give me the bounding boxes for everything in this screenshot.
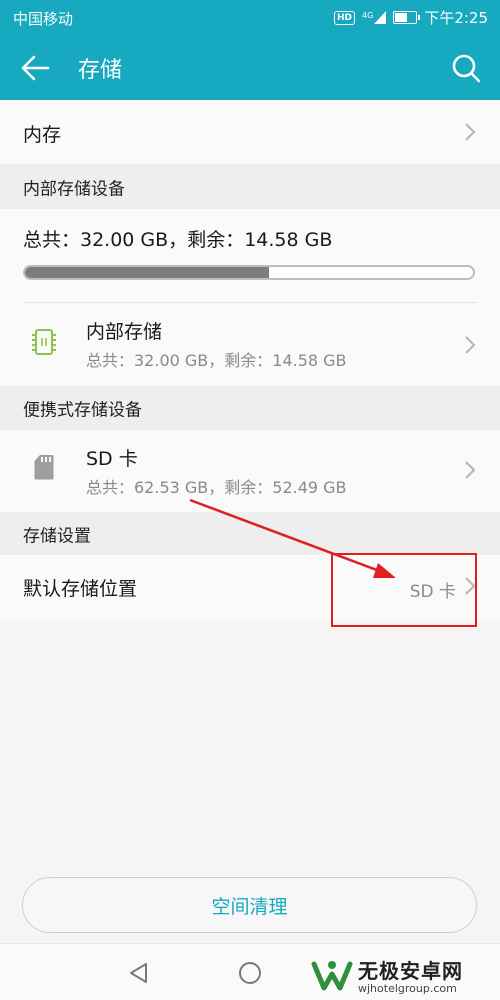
portable-storage-header-text: 便携式存储设备 [23, 400, 142, 421]
memory-row-label: 内存 [23, 124, 62, 146]
back-triangle-icon[interactable] [126, 960, 152, 986]
status-icons: HD 4G 下午2:25 [334, 7, 488, 28]
arrow-left-icon [21, 55, 50, 81]
storage-settings-header-text: 存储设置 [23, 526, 91, 546]
chevron-right-icon [465, 336, 476, 354]
search-icon [452, 54, 481, 83]
internal-storage-name: 内部存储 [86, 321, 163, 343]
internal-storage-detail: 总共：32.00 GB，剩余：14.58 GB [86, 351, 347, 370]
search-button[interactable] [446, 48, 486, 88]
app-bar: 存储 [0, 34, 500, 100]
storage-usage-bar [23, 265, 475, 280]
watermark-url: wjhotelgroup.com [358, 982, 457, 995]
internal-storage-summary: 总共：32.00 GB，剩余：14.58 GB [23, 229, 333, 251]
storage-settings-header: 存储设置 [0, 512, 500, 555]
chip-icon [32, 329, 56, 355]
back-button[interactable] [14, 48, 54, 88]
hd-icon: HD [334, 10, 356, 25]
sd-card-detail: 总共：62.53 GB，剩余：52.49 GB [86, 478, 347, 497]
portable-storage-header: 便携式存储设备 [0, 386, 500, 430]
default-storage-location-label: 默认存储位置 [23, 578, 138, 600]
status-bar: 中国移动 HD 4G 下午2:25 [0, 0, 500, 34]
watermark-logo-icon [311, 961, 353, 991]
signal-icon: 4G [362, 11, 387, 24]
home-circle-icon[interactable] [237, 960, 263, 986]
sd-card-icon [34, 455, 54, 480]
chevron-right-icon [465, 461, 476, 479]
carrier-name: 中国移动 [13, 10, 74, 28]
annotation-highlight-box [331, 553, 477, 627]
watermark-title: 无极安卓网 [358, 959, 463, 983]
page-title: 存储 [78, 58, 123, 83]
network-type: 4G [362, 11, 374, 20]
storage-usage-fill [25, 267, 270, 278]
internal-storage-item[interactable]: 内部存储 总共：32.00 GB，剩余：14.58 GB [0, 303, 500, 386]
watermark: 无极安卓网 wjhotelgroup.com [310, 955, 463, 995]
chevron-right-icon [465, 123, 476, 141]
sd-card-item[interactable]: SD 卡 总共：62.53 GB，剩余：52.49 GB [0, 430, 500, 512]
sd-card-name: SD 卡 [86, 448, 138, 470]
app-header: 中国移动 HD 4G 下午2:25 存储 [0, 0, 500, 100]
clock: 下午2:25 [424, 9, 488, 27]
memory-row[interactable]: 内存 [0, 100, 500, 164]
internal-storage-header-text: 内部存储设备 [23, 179, 125, 199]
watermark-text: 无极安卓网 wjhotelgroup.com [358, 955, 463, 995]
internal-storage-header: 内部存储设备 [0, 164, 500, 209]
space-clean-button[interactable]: 空间清理 [22, 877, 477, 933]
battery-icon [393, 11, 421, 24]
internal-storage-panel: 总共：32.00 GB，剩余：14.58 GB 内部存储 总共：32.00 GB… [0, 209, 500, 386]
